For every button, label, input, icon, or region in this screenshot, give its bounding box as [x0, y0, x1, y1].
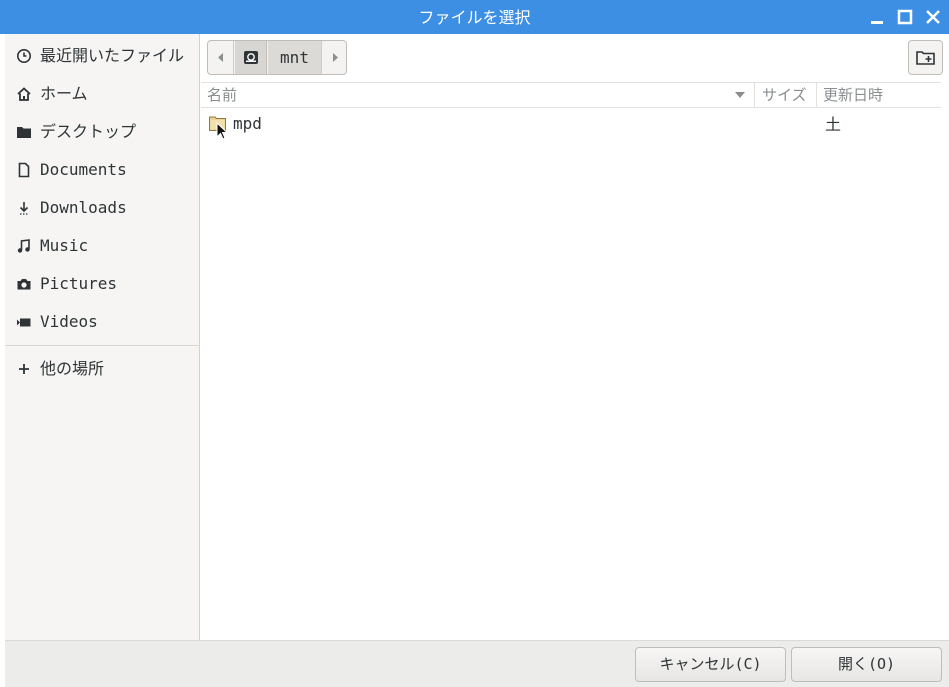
window-title: ファイルを選択	[418, 8, 531, 27]
minimize-button[interactable]	[868, 8, 886, 26]
maximize-button[interactable]	[896, 8, 914, 26]
path-bar: mnt	[207, 40, 347, 75]
column-header-modified[interactable]: 更新日時	[823, 83, 883, 108]
sidebar-item-label: デスクトップ	[40, 122, 137, 141]
sidebar-item-label: Pictures	[40, 274, 118, 293]
path-segment-drive[interactable]	[235, 41, 267, 74]
download-icon	[19, 202, 29, 215]
column-divider[interactable]	[754, 83, 755, 108]
file-modified: 土	[825, 115, 842, 134]
sidebar-item-documents[interactable]: Documents	[5, 151, 200, 189]
sidebar-item-label: 他の場所	[40, 359, 105, 378]
column-header-name[interactable]: 名前	[207, 83, 237, 108]
sort-descending-icon	[735, 92, 745, 98]
sidebar-item-desktop[interactable]: デスクトップ	[5, 113, 200, 151]
document-icon	[18, 162, 30, 178]
path-scroll-right-button[interactable]	[321, 41, 346, 74]
cancel-button[interactable]: キャンセル(C)	[635, 647, 786, 682]
path-segment-mnt[interactable]: mnt	[268, 41, 321, 74]
path-scroll-left-button[interactable]	[208, 41, 234, 74]
mouse-cursor-icon	[216, 122, 228, 140]
sidebar-item-music[interactable]: Music	[5, 227, 200, 265]
sidebar-item-recent[interactable]: 最近開いたファイル	[5, 37, 200, 75]
column-header: 名前 サイズ 更新日時	[201, 82, 941, 108]
plus-icon	[19, 364, 29, 374]
file-row[interactable]: mpd 土	[201, 110, 941, 140]
file-name: mpd	[233, 114, 262, 133]
title-bar: ファイルを選択	[0, 0, 949, 34]
close-button[interactable]	[924, 8, 942, 26]
sidebar-item-label: Music	[40, 236, 89, 255]
sidebar-item-label: Videos	[40, 312, 98, 331]
sidebar-divider	[5, 345, 200, 346]
chevron-right-icon	[333, 53, 338, 62]
sidebar-item-label: Documents	[40, 160, 127, 179]
sidebar-item-downloads[interactable]: Downloads	[5, 189, 200, 227]
home-icon	[17, 87, 31, 101]
close-icon	[926, 10, 940, 24]
open-button[interactable]: 開く(O)	[791, 647, 942, 682]
video-icon	[17, 318, 31, 327]
column-header-size[interactable]: サイズ	[762, 83, 807, 108]
folder-icon	[17, 127, 31, 138]
sidebar-item-label: 最近開いたファイル	[40, 46, 185, 65]
music-icon	[17, 239, 30, 253]
clock-icon	[17, 49, 31, 63]
sidebar-item-label: Downloads	[40, 198, 127, 217]
sidebar-item-home[interactable]: ホーム	[5, 75, 200, 113]
camera-icon	[17, 279, 31, 290]
file-browser: mnt 名前 サイズ 更新日時 mpd 土	[201, 34, 949, 640]
dialog-action-bar: キャンセル(C) 開く(O)	[5, 640, 949, 687]
sidebar-item-other-locations[interactable]: 他の場所	[5, 350, 200, 388]
sidebar-item-pictures[interactable]: Pictures	[5, 265, 200, 303]
places-sidebar: 最近開いたファイル ホーム デスクトップ Documents Downloads…	[5, 34, 200, 640]
sidebar-item-label: ホーム	[40, 84, 88, 103]
column-divider[interactable]	[816, 83, 817, 108]
new-folder-button[interactable]	[908, 40, 943, 75]
sidebar-item-videos[interactable]: Videos	[5, 303, 200, 341]
chevron-left-icon	[218, 53, 223, 62]
minimize-icon	[871, 21, 883, 24]
folder-new-icon	[916, 51, 935, 65]
drive-icon	[244, 51, 258, 64]
maximize-icon	[897, 9, 913, 25]
